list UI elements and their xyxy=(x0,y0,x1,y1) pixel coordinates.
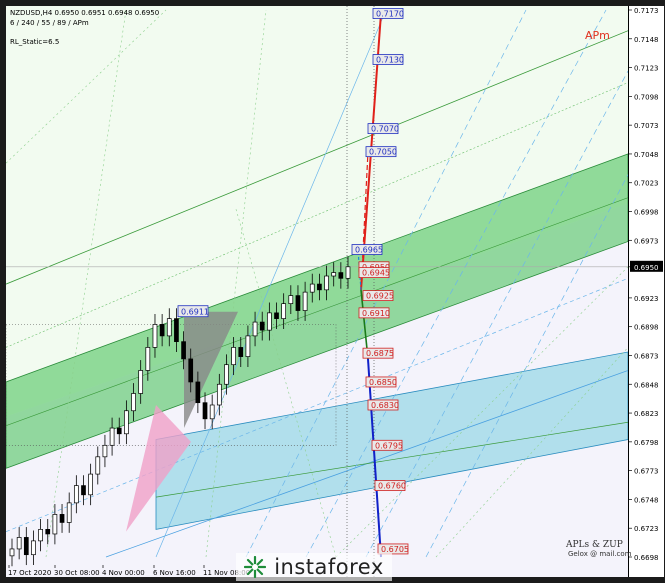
projection-level-red: 0.6925 xyxy=(366,292,394,301)
y-tick-label: 0.6973 xyxy=(634,237,659,245)
candle-body xyxy=(295,295,301,311)
projection-level-red: 0.6795 xyxy=(375,441,403,450)
candle-body xyxy=(224,364,229,385)
candle-body xyxy=(216,383,222,406)
candle-body xyxy=(174,318,179,343)
candle-body xyxy=(302,291,308,311)
candle-body xyxy=(45,529,51,535)
y-tick-label: 0.6748 xyxy=(634,496,659,504)
y-tick-label: 0.6898 xyxy=(634,324,659,332)
candle-body xyxy=(338,272,344,279)
candle-body xyxy=(231,347,236,366)
watermark-box: instaforex xyxy=(236,553,392,581)
candle-body xyxy=(309,283,315,293)
projection-level-blue: 0.7170 xyxy=(376,9,404,18)
candle-body xyxy=(88,473,93,496)
candle-body xyxy=(209,404,215,420)
candle-body xyxy=(259,321,265,331)
projection-level-blue: 0.7130 xyxy=(376,56,404,65)
projection-level-red: 0.6910 xyxy=(362,309,390,318)
candle-body xyxy=(267,312,272,331)
y-tick-label: 0.7173 xyxy=(634,7,659,15)
candle-body xyxy=(345,266,351,279)
candle-body xyxy=(145,347,151,371)
projection-level-blue: 0.7070 xyxy=(371,125,399,134)
projection-level-red: 0.6760 xyxy=(378,482,406,491)
chart-svg[interactable]: 0.71700.71300.70700.70500.69650.69500.69… xyxy=(6,6,628,577)
projection-level-blue: 0.6965 xyxy=(355,246,383,255)
candle-body xyxy=(152,324,158,348)
candle-body xyxy=(252,321,258,337)
candle-body xyxy=(138,370,144,394)
settings-header: 6 / 240 / 55 / 89 / APm xyxy=(10,19,89,27)
projection-level-red: 0.6850 xyxy=(369,378,397,387)
watermark: instaforex xyxy=(0,551,628,583)
symbol-header: NZDUSD,H4 0.6950 0.6951 0.6948 0.6950 xyxy=(10,9,160,17)
y-tick-label: 0.6698 xyxy=(634,554,659,562)
watermark-text: instaforex xyxy=(274,555,384,579)
candle-body xyxy=(281,303,287,319)
candle-body xyxy=(331,272,337,277)
y-tick-label: 0.6998 xyxy=(634,209,659,217)
price-axis[interactable]: 0.7173 0.7148 0.7123 0.7098 0.7073 0.7048 0.70… xyxy=(628,6,664,577)
candle-body xyxy=(59,514,65,523)
candle-body xyxy=(317,283,322,291)
candle-body xyxy=(73,485,79,504)
projection-level-red: 0.6830 xyxy=(371,401,399,410)
candle-body xyxy=(159,324,165,337)
static-header: RL_Static=6.5 xyxy=(10,38,60,46)
projection-level-red: 0.6875 xyxy=(366,349,394,358)
high-marker-label: 0.6911 xyxy=(181,308,209,317)
y-tick-label: 0.7098 xyxy=(634,93,659,101)
candle-body xyxy=(124,410,129,435)
candle-body xyxy=(38,529,43,542)
candle-body xyxy=(131,393,136,412)
candle-body xyxy=(238,347,244,357)
y-tick-label: 0.6798 xyxy=(634,439,659,447)
y-tick-label: 0.6848 xyxy=(634,381,659,389)
projection-level-red: 0.6945 xyxy=(362,269,390,278)
instaforex-logo-icon xyxy=(244,556,267,578)
chart-plot-area[interactable]: 0.71700.71300.70700.70500.69650.69500.69… xyxy=(6,6,628,577)
y-tick-label: 0.7048 xyxy=(634,151,659,159)
projection-level-blue: 0.7050 xyxy=(369,148,397,157)
candle-body xyxy=(81,485,86,496)
y-tick-label: 0.7148 xyxy=(634,36,659,44)
candle-body xyxy=(181,341,186,360)
candle-body xyxy=(202,402,208,420)
brand-label: APLs & ZUP xyxy=(566,540,623,550)
y-tick-label: 0.7023 xyxy=(634,180,659,188)
candle-body xyxy=(274,312,279,319)
candle-body xyxy=(52,514,58,535)
y-tick-label: 0.7123 xyxy=(634,65,659,73)
candle-body xyxy=(324,275,329,291)
candle-body xyxy=(102,444,108,458)
candle-body xyxy=(188,358,194,383)
candle-body xyxy=(95,456,101,475)
candle-body xyxy=(16,537,22,550)
y-tick-label: 0.7073 xyxy=(634,122,659,130)
y-tick-label: 0.6723 xyxy=(634,525,659,533)
y-tick-label: 0.6923 xyxy=(634,295,659,303)
candle-body xyxy=(109,427,115,446)
candle-body xyxy=(195,381,201,404)
current-price-label: 0.6950 xyxy=(634,264,659,272)
candle-body xyxy=(116,427,122,435)
y-tick-label: 0.6873 xyxy=(634,352,659,360)
y-tick-label: 0.6773 xyxy=(634,468,659,476)
candle-body xyxy=(288,295,294,305)
candle-body xyxy=(66,502,72,523)
candle-body xyxy=(245,335,251,357)
y-tick-label: 0.6823 xyxy=(634,410,659,418)
candle-body xyxy=(166,318,172,337)
price-axis-svg: 0.7173 0.7148 0.7123 0.7098 0.7073 0.7048 0.70… xyxy=(629,7,663,562)
apm-label: APm xyxy=(585,29,610,42)
